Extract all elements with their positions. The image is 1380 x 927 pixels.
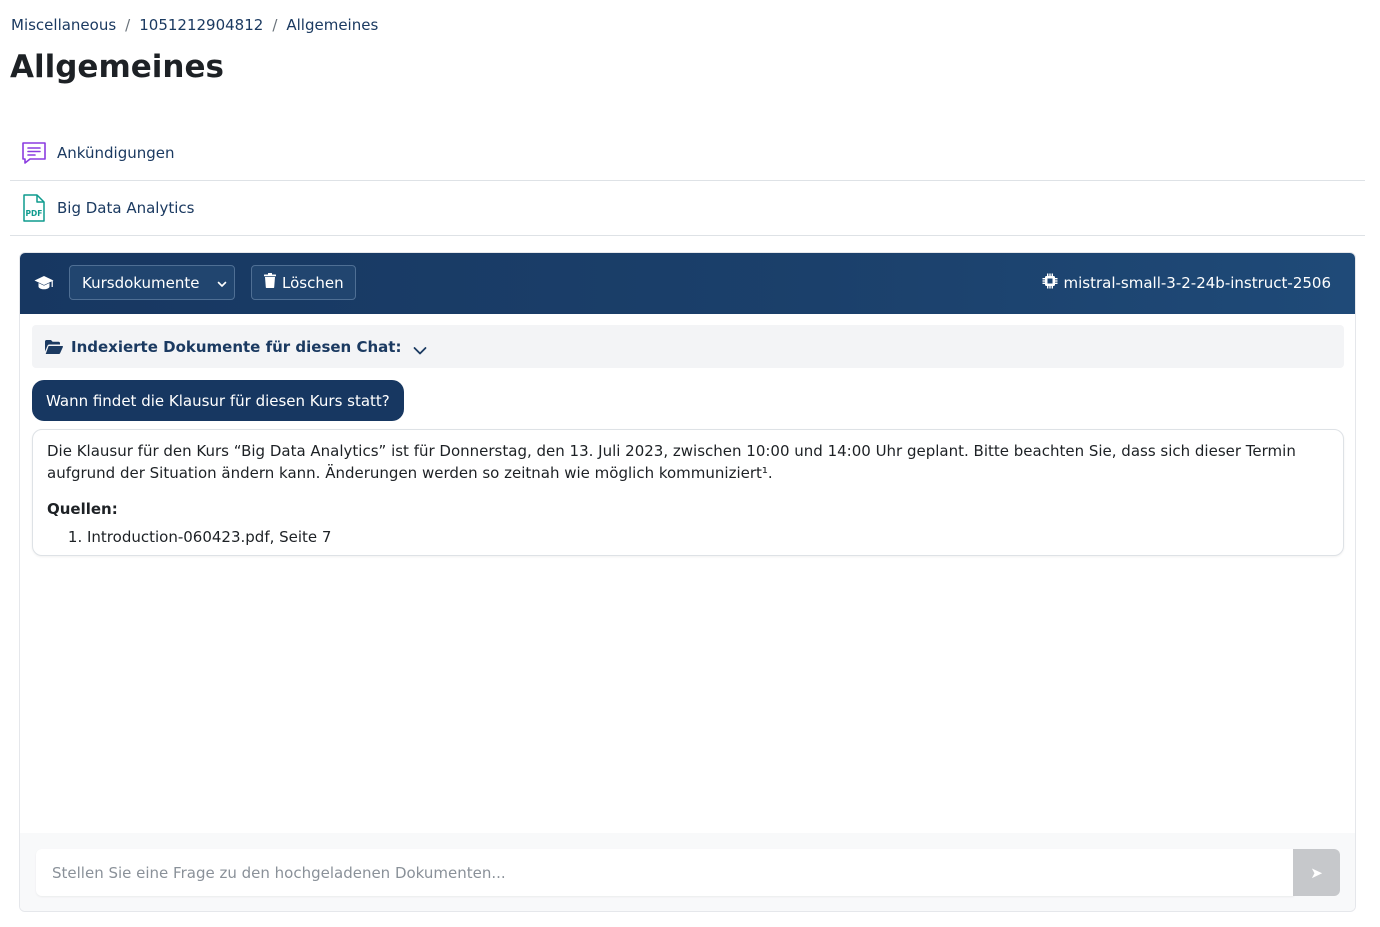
chevron-down-icon <box>413 342 427 354</box>
svg-text:PDF: PDF <box>26 209 43 218</box>
breadcrumb-item-section[interactable]: Allgemeines <box>286 15 378 35</box>
activity-label[interactable]: Big Data Analytics <box>57 199 194 217</box>
breadcrumb-separator: / <box>125 16 131 34</box>
assistant-message: Die Klausur für den Kurs “Big Data Analy… <box>32 429 1344 556</box>
activity-item-big-data-analytics[interactable]: PDF Big Data Analytics <box>10 181 1365 236</box>
delete-chat-button[interactable]: Löschen <box>251 265 356 300</box>
trash-icon <box>264 273 276 292</box>
chip-icon <box>1042 273 1058 293</box>
send-button[interactable]: ➤ <box>1293 849 1340 896</box>
indexed-documents-toggle[interactable]: Indexierte Dokumente für diesen Chat: <box>32 325 1344 368</box>
folder-open-icon <box>45 339 63 354</box>
assistant-message-text: Die Klausur für den Kurs “Big Data Analy… <box>47 442 1296 482</box>
model-indicator: mistral-small-3-2-24b-instruct-2506 <box>1042 273 1331 293</box>
document-source-select[interactable]: Kursdokumente <box>69 265 235 300</box>
user-message: Wann findet die Klausur für diesen Kurs … <box>32 380 404 421</box>
source-item: Introduction-060423.pdf, Seite 7 <box>87 526 1329 548</box>
breadcrumb-item-miscellaneous[interactable]: Miscellaneous <box>11 15 116 35</box>
activity-label[interactable]: Ankündigungen <box>57 144 175 162</box>
delete-chat-label: Löschen <box>282 273 344 292</box>
indexed-documents-label: Indexierte Dokumente für diesen Chat: <box>71 337 402 356</box>
chat-question-input[interactable] <box>36 849 1294 896</box>
chat-panel: Kursdokumente Löschen mistral-small-3-2-… <box>19 252 1356 912</box>
chat-input-area: ➤ <box>20 833 1355 911</box>
graduation-cap-icon <box>34 274 54 292</box>
breadcrumb-item-course[interactable]: 1051212904812 <box>139 15 263 35</box>
breadcrumb-separator: / <box>272 16 278 34</box>
sources-title: Quellen: <box>47 500 118 518</box>
chat-header: Kursdokumente Löschen mistral-small-3-2-… <box>20 253 1355 314</box>
breadcrumb: Miscellaneous / 1051212904812 / Allgemei… <box>11 15 378 35</box>
pdf-icon: PDF <box>21 194 47 222</box>
activity-item-announcements[interactable]: Ankündigungen <box>10 126 1365 181</box>
page: Miscellaneous / 1051212904812 / Allgemei… <box>0 0 1380 927</box>
model-name: mistral-small-3-2-24b-instruct-2506 <box>1063 274 1331 292</box>
forum-icon <box>21 139 47 167</box>
sources-list: Introduction-060423.pdf, Seite 7 <box>47 526 1329 548</box>
document-source-select-value: Kursdokumente <box>82 273 200 292</box>
chevron-down-icon <box>216 276 228 288</box>
page-title: Allgemeines <box>10 49 224 85</box>
